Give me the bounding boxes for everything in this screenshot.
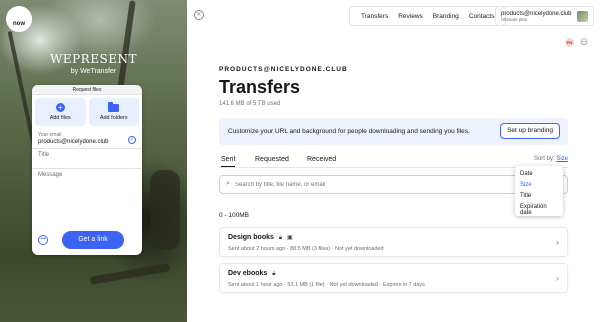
chevron-right-icon: › [556,273,559,283]
branding-banner: Customize your URL and background for pe… [219,118,568,145]
add-folders-label: Add folders [99,114,128,121]
wetransfer-logo[interactable]: now [6,6,32,32]
lock-icon: 🔒︎ [278,235,283,241]
message-field[interactable]: Message [32,169,142,221]
account-plan: Ultimate plan [501,16,528,22]
message-placeholder: Message [38,172,63,178]
storage-usage: 141.6 MB of 5 TB used [219,101,281,107]
wepresent-branding: WEPRESENT by WeTransfer [0,52,187,75]
search-icon: ⌕ [226,180,230,187]
account-menu[interactable]: products@nicelydone.club Ultimate plan [495,6,594,26]
transfer-title: Dev ebooks [228,270,268,277]
tab-request-files[interactable]: Request files [32,85,142,95]
sort-dropdown: Date Size Title Expiration date [515,166,563,216]
avatar [577,10,588,22]
main-panel: ✕ Transfers Reviews Branding Contacts pr… [187,0,600,322]
add-files-label: Add files [49,115,71,121]
nav-reviews[interactable]: Reviews [398,13,423,20]
check-icon: ✓ [128,136,136,144]
close-icon[interactable]: ✕ [194,10,204,20]
title-placeholder: Title [38,152,50,158]
brand-title: WEPRESENT [50,52,137,66]
tab-sent[interactable]: Sent [221,156,236,167]
sort-value: Size [556,156,568,162]
get-link-button[interactable]: Get a link [62,231,124,249]
chevron-right-icon: › [556,237,559,247]
account-email: products@nicelydone.club [501,10,572,17]
sort-option-expiration[interactable]: Expiration date [515,202,563,216]
email-field[interactable]: Your email products@nicelydone.club ✓ [32,129,142,149]
nav-branding[interactable]: Branding [433,13,459,20]
add-user-icon[interactable]: ⚇ [580,37,588,48]
nav-contacts[interactable]: Contacts [469,13,495,20]
folder-icon [108,101,120,112]
tab-requested[interactable]: Requested [255,156,289,163]
banner-text: Customize your URL and background for pe… [228,128,470,135]
plus-icon: + [55,103,65,112]
sort-option-date[interactable]: Date [515,169,563,180]
transfer-meta: Sent about 1 hour ago · 53.1 MB (1 file)… [228,282,425,288]
brand-subtitle: by WeTransfer [70,68,117,75]
add-files-button[interactable]: + Add files [35,98,86,126]
email-label: Your email [38,132,62,138]
notification-avatar[interactable]: PN [565,38,574,47]
page-title: Transfers [219,77,301,97]
ellipsis-icon[interactable]: ••• [38,235,48,245]
add-folders-button[interactable]: Add folders [88,98,139,126]
transfer-item[interactable]: Dev ebooks 🔒︎ Sent about 1 hour ago · 53… [219,263,568,293]
image-icon: ▣ [287,235,293,241]
search-input[interactable] [235,179,535,191]
sort-label: Sort by: [533,156,555,162]
transfer-meta: Sent about 2 hours ago · 88.5 MB (3 file… [228,246,384,252]
transfer-item[interactable]: Design books 🔒︎ ▣ Sent about 2 hours ago… [219,227,568,257]
size-group-label: 0 - 100MB [219,212,249,219]
set-up-branding-button[interactable]: Set up branding [500,123,560,139]
sort-control[interactable]: Sort by: Size [534,156,568,162]
logo-text: now [13,21,25,27]
upload-card: Request files + Add files Add folders Yo… [32,85,142,255]
title-field[interactable]: Title [32,149,142,169]
transfer-title: Design books [228,234,274,241]
tab-received[interactable]: Received [307,156,336,163]
sort-option-size[interactable]: Size [515,180,563,191]
sort-option-title[interactable]: Title [515,191,563,202]
workspace-label: PRODUCTS@NICELYDONE.CLUB [219,66,348,73]
top-nav: Transfers Reviews Branding Contacts [349,6,507,26]
nav-transfers[interactable]: Transfers [361,13,388,20]
background-photo: now WEPRESENT by WeTransfer Request file… [0,0,187,322]
email-value: products@nicelydone.club [38,139,109,145]
lock-icon: 🔒︎ [272,271,276,277]
